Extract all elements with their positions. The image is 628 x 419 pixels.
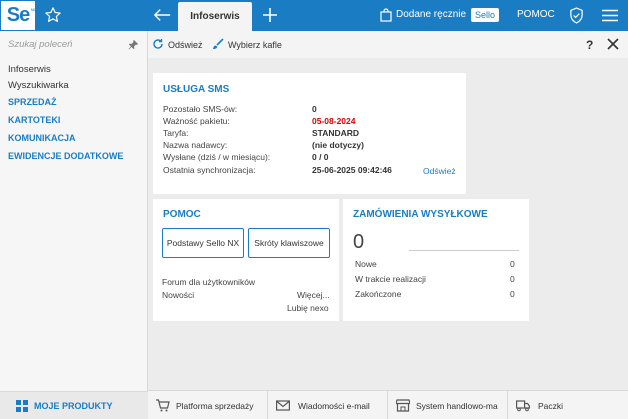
shipping-orders-card: ZAMÓWIENIA WYSYŁKOWE 0 Nowe 0 W trakcie … xyxy=(343,199,529,321)
sms-validity-label: Ważność pakietu: xyxy=(163,116,230,126)
refresh-button[interactable]: Odśwież xyxy=(168,40,203,50)
store-icon xyxy=(396,399,410,412)
sms-remaining-value: 0 xyxy=(312,104,317,114)
help-icon[interactable]: ? xyxy=(586,38,593,52)
bottom-label-paczki: Paczki xyxy=(538,401,564,411)
orders-new-value: 0 xyxy=(510,259,515,269)
basics-sello-button[interactable]: Podstawy Sello NX xyxy=(162,228,244,258)
grid-icon xyxy=(16,400,28,412)
pin-icon[interactable] xyxy=(128,40,138,50)
orders-title: ZAMÓWIENIA WYSYŁKOWE xyxy=(353,209,488,220)
sms-validity-value: 05-08-2024 xyxy=(312,116,356,126)
orders-divider xyxy=(409,250,519,251)
help-card: POMOC Podstawy Sello NX Skróty klawiszow… xyxy=(153,199,339,321)
orders-done-label: Zakończone xyxy=(355,289,402,299)
more-link[interactable]: Więcej... xyxy=(297,290,330,300)
sms-service-card: USŁUGA SMS Pozostało SMS-ów: 0 Ważność p… xyxy=(153,73,466,194)
logo-text: Se NX xyxy=(6,4,35,26)
sidebar-item-infoserwis[interactable]: Infoserwis xyxy=(8,64,51,75)
sello-badge[interactable]: Sello xyxy=(471,8,500,22)
sidebar-item-ewidencje[interactable]: EWIDENCJE DODATKOWE xyxy=(8,151,123,161)
sms-sender-label: Nazwa nadawcy: xyxy=(163,140,228,150)
bottom-item-paczki[interactable]: Paczki xyxy=(508,391,628,419)
tab-infoserwis[interactable]: Infoserwis xyxy=(178,2,252,31)
sidebar-item-wyszukiwarka[interactable]: Wyszukiwarka xyxy=(8,80,69,91)
sms-sync-value: 25-06-2025 09:42:46 xyxy=(312,165,392,175)
sms-tariff-value: STANDARD xyxy=(312,128,360,138)
cart-icon xyxy=(156,399,170,412)
main-content: USŁUGA SMS Pozostało SMS-ów: 0 Ważność p… xyxy=(148,58,628,390)
sms-sent-label: Wysłane (dziś / w miesiącu): xyxy=(163,152,271,162)
hamburger-menu-icon[interactable] xyxy=(602,9,618,22)
added-manually-label[interactable]: Dodane ręcznie xyxy=(396,9,466,20)
sms-title: USŁUGA SMS xyxy=(163,84,230,95)
close-icon[interactable] xyxy=(607,38,619,50)
my-products-button[interactable]: MOJE PRODUKTY xyxy=(0,391,148,419)
orders-inprogress-label: W trakcie realizacji xyxy=(355,274,426,284)
sidebar: Szukaj poleceń Infoserwis Wyszukiwarka S… xyxy=(0,31,148,419)
shortcuts-button[interactable]: Skróty klawiszowe xyxy=(248,228,330,258)
choose-tiles-button[interactable]: Wybierz kafle xyxy=(228,40,282,50)
shopping-bag-icon xyxy=(380,8,392,22)
sms-sender-value: (nie dotyczy) xyxy=(312,140,364,150)
forum-link[interactable]: Forum dla użytkowników xyxy=(162,277,255,287)
bottom-label-system: System handlowo-ma xyxy=(416,401,498,411)
sidebar-item-komunikacja[interactable]: KOMUNIKACJA xyxy=(8,133,76,143)
sidebar-item-kartoteki[interactable]: KARTOTEKI xyxy=(8,115,60,125)
mail-icon xyxy=(276,400,290,411)
orders-done-value: 0 xyxy=(510,289,515,299)
news-link[interactable]: Nowości xyxy=(162,290,194,300)
bottom-label-email: Wiadomości e-mail xyxy=(298,401,370,411)
sms-tariff-label: Taryfa: xyxy=(163,128,189,138)
sms-remaining-label: Pozostało SMS-ów: xyxy=(163,104,238,114)
refresh-icon[interactable] xyxy=(152,38,164,50)
bottom-bar: Platforma sprzedaży Wiadomości e-mail Sy… xyxy=(148,390,628,419)
bottom-item-email[interactable]: Wiadomości e-mail xyxy=(268,391,388,419)
orders-total: 0 xyxy=(353,231,365,253)
orders-new-label: Nowe xyxy=(355,259,377,269)
help-title: POMOC xyxy=(163,209,201,220)
sidebar-item-sprzedaz[interactable]: SPRZEDAŻ xyxy=(8,97,57,107)
bottom-item-platforma[interactable]: Platforma sprzedaży xyxy=(148,391,268,419)
bottom-item-system[interactable]: System handlowo-ma xyxy=(388,391,508,419)
search-input[interactable]: Szukaj poleceń xyxy=(8,39,72,50)
help-menu[interactable]: POMOC xyxy=(517,9,555,20)
bottom-label-platforma: Platforma sprzedaży xyxy=(176,401,254,411)
add-tab-icon[interactable] xyxy=(262,7,278,23)
logo-sub: NX xyxy=(30,7,35,12)
brush-icon[interactable] xyxy=(212,38,224,50)
like-nexo-link[interactable]: Lubię nexo xyxy=(287,303,329,313)
shield-check-icon[interactable] xyxy=(569,7,584,24)
favorite-star-icon[interactable] xyxy=(44,6,62,24)
top-bar: Se NX Infoserwis Dodane ręcznie Sello POM… xyxy=(0,0,628,31)
sms-refresh-link[interactable]: Odśwież xyxy=(423,166,456,176)
sms-sent-value: 0 / 0 xyxy=(312,152,329,162)
toolbar: Odśwież Wybierz kafle ? xyxy=(148,31,628,58)
truck-icon xyxy=(516,400,530,412)
orders-inprogress-value: 0 xyxy=(510,274,515,284)
back-arrow-icon[interactable] xyxy=(153,7,171,23)
my-products-label: MOJE PRODUKTY xyxy=(34,401,113,411)
sms-sync-label: Ostatnia synchronizacja: xyxy=(163,165,256,175)
app-logo[interactable]: Se NX xyxy=(0,0,36,31)
